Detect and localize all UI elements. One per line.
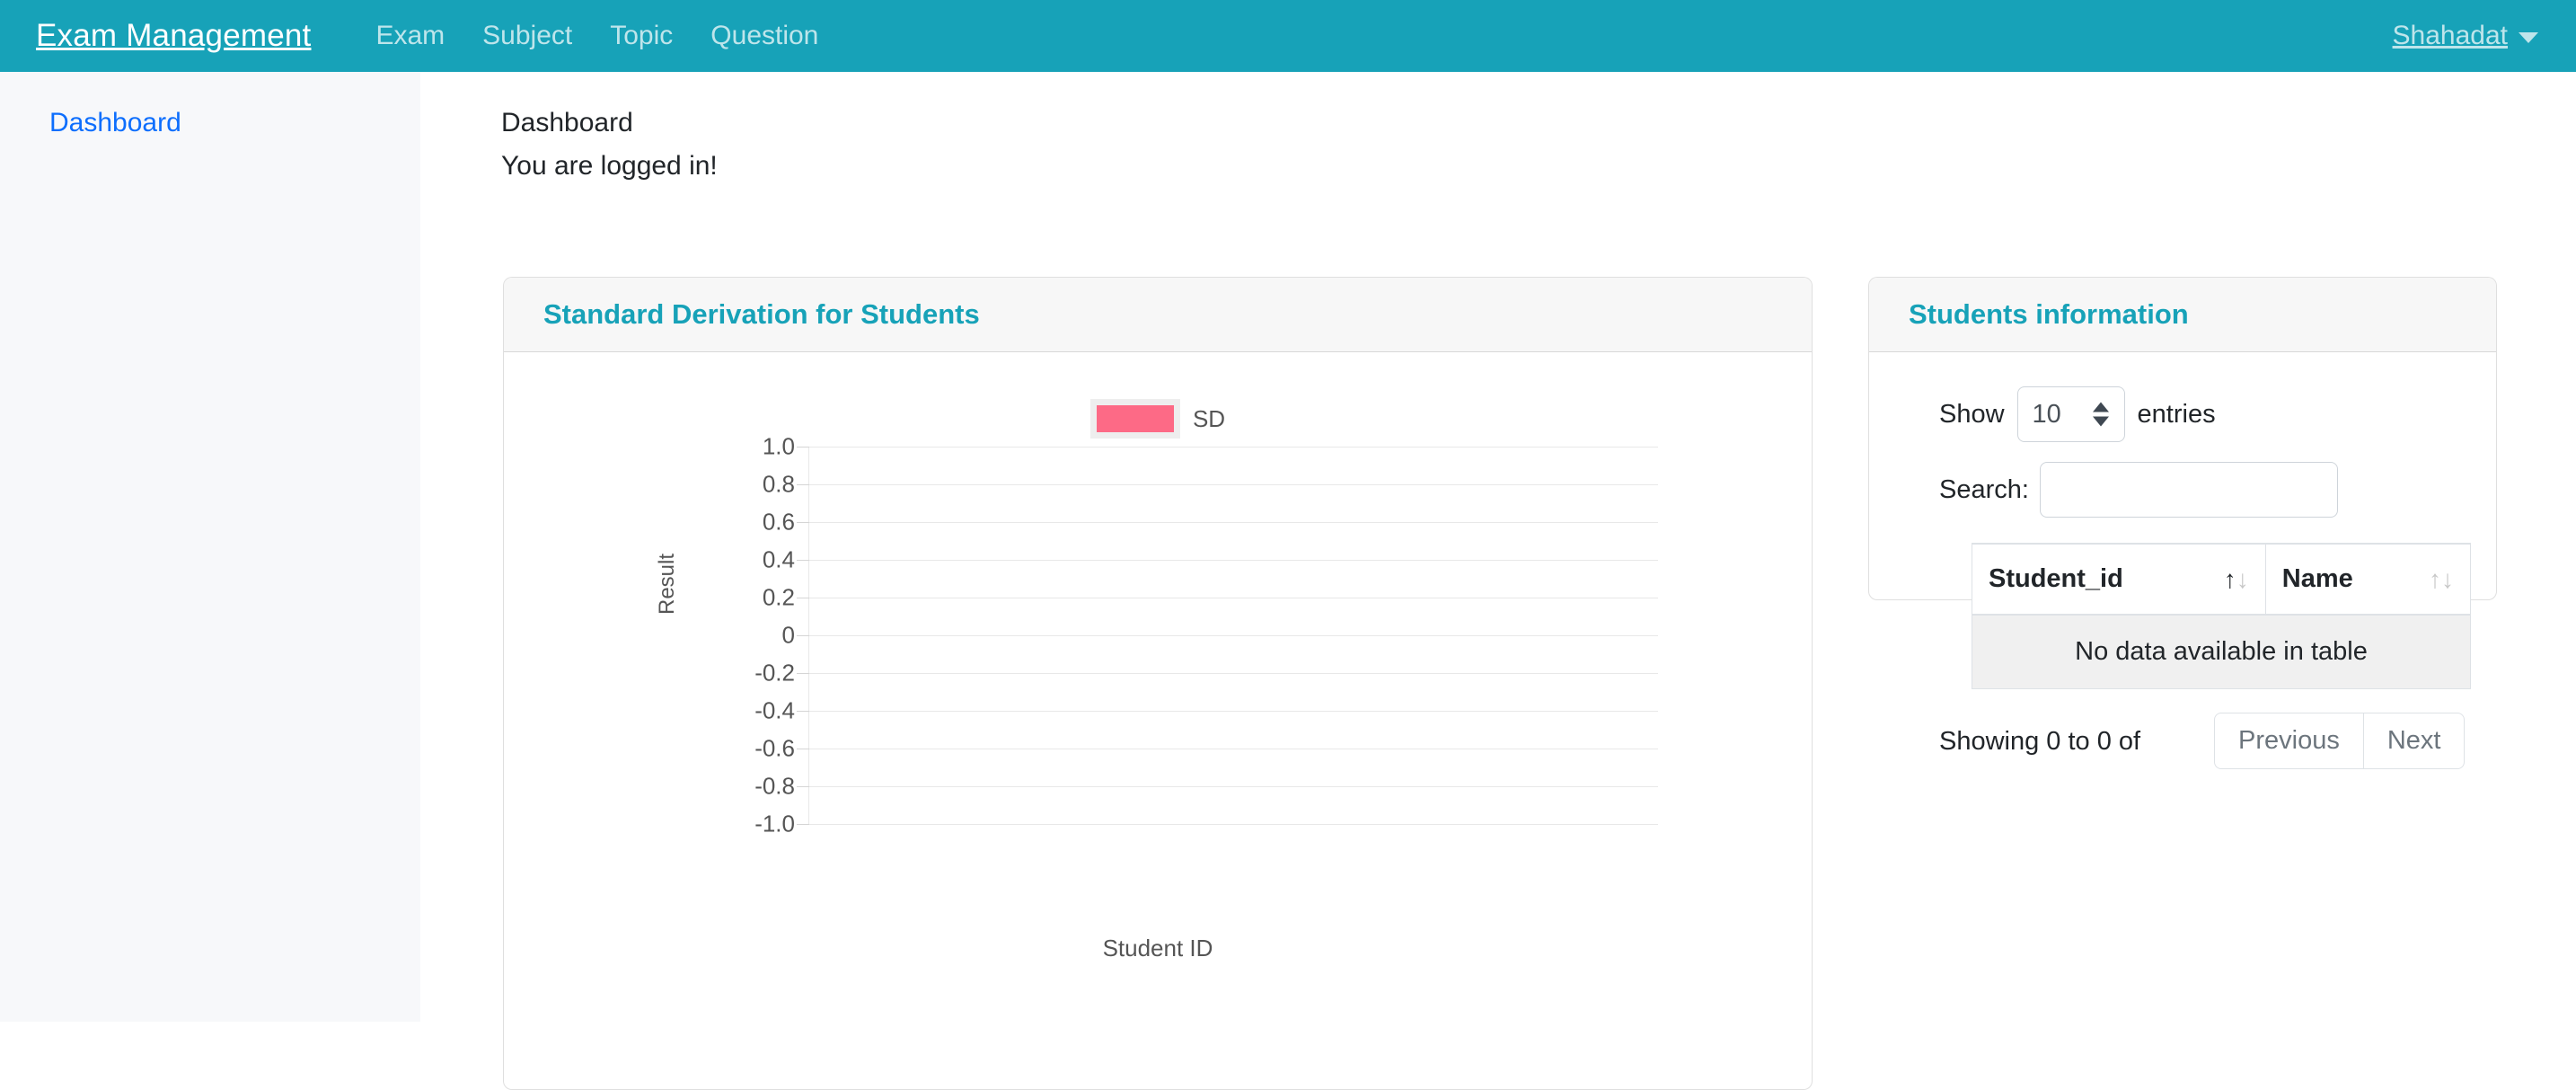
legend-label-sd: SD: [1192, 404, 1226, 432]
column-header-student-id[interactable]: Student_id ↑↓: [1972, 543, 2266, 616]
datatable-info: Showing 0 to 0 of: [1939, 727, 2141, 756]
chart-plot-area[interactable]: 1.0 0.8 0.6 0.4 0.2 0 -0.2 -0.4 -0.6 -0.8 -1.0: [754, 433, 1658, 837]
page-subtitle: You are logged in!: [501, 151, 718, 181]
previous-page-button[interactable]: Previous: [2214, 713, 2363, 769]
x-axis-label: Student ID: [1102, 935, 1213, 962]
y-tick-label: 0.4: [762, 545, 795, 573]
legend-swatch-sd[interactable]: [1090, 399, 1180, 439]
y-tick-mark: [797, 711, 809, 712]
y-tick-mark: [797, 673, 809, 674]
sidebar: Dashboard: [0, 72, 420, 1022]
entries-select-wrapper: 102550100: [2016, 386, 2125, 442]
gridline: [809, 786, 1658, 787]
y-tick-label: -0.4: [754, 696, 795, 724]
gridline: [809, 560, 1658, 561]
y-tick-label: 1.0: [762, 432, 795, 460]
nav-link-exam[interactable]: Exam: [375, 21, 445, 51]
datatable-length-control: Show 102550100 entries: [1939, 386, 2458, 442]
y-tick-label: -1.0: [754, 810, 795, 837]
y-tick-label: -0.2: [754, 659, 795, 687]
chart-legend: SD: [504, 399, 1812, 439]
sidebar-item-dashboard[interactable]: Dashboard: [49, 108, 181, 138]
next-page-button[interactable]: Next: [2362, 713, 2466, 769]
y-tick-label: 0: [781, 621, 795, 649]
students-information-card: Students information Show 102550100 entr…: [1868, 277, 2497, 769]
gridline: [809, 447, 1658, 448]
gridline: [809, 711, 1658, 712]
y-tick-mark: [797, 560, 809, 561]
page-title: Dashboard: [501, 108, 633, 137]
nav-link-question[interactable]: Question: [710, 21, 818, 51]
user-name-label: Shahadat: [2392, 21, 2508, 50]
y-tick-label: 0.6: [762, 508, 795, 536]
y-tick-mark: [797, 447, 809, 448]
brand-link[interactable]: Exam Management: [36, 18, 311, 54]
students-card-body: Show 102550100 entries Search:: [1869, 352, 2496, 777]
y-axis-label: Result: [655, 553, 679, 615]
user-menu-dropdown[interactable]: Shahadat: [2393, 21, 2538, 51]
gridline: [809, 673, 1658, 674]
nav-right: Shahadat: [2393, 0, 2538, 72]
y-tick-label: 0.2: [762, 583, 795, 611]
chart-body: SD 1.0 0.8 0.6 0.4 0.2 0 -0.2 -0.4 -0.6 -0.8 -1.0 …: [504, 352, 1812, 1089]
y-tick-mark: [797, 824, 809, 825]
chart-card-header: Standard Derivation for Students: [504, 278, 1812, 352]
chart-card: Standard Derivation for Students SD 1.0 0…: [503, 277, 1813, 1090]
students-card-title: Students information: [1909, 298, 2189, 330]
students-table: Student_id ↑↓ Name ↑↓ No data available …: [1972, 543, 2472, 689]
search-label: Search:: [1939, 474, 2029, 504]
students-table-body: No data available in table: [1972, 614, 2471, 689]
nav-link-topic[interactable]: Topic: [610, 21, 673, 51]
chevron-down-icon: [2519, 32, 2538, 43]
datatable-footer: Showing 0 to 0 of Previous Next: [1939, 713, 2466, 777]
sort-none-icon: ↑↓: [2429, 564, 2454, 593]
datatable-search-control: Search:: [1939, 462, 2458, 518]
students-table-head: Student_id ↑↓ Name ↑↓: [1972, 543, 2472, 616]
y-tick-label: -0.6: [754, 734, 795, 762]
top-navbar: Exam Management Exam Subject Topic Quest…: [0, 0, 2576, 72]
y-tick-mark: [797, 522, 809, 523]
entries-label: entries: [2137, 399, 2216, 429]
y-tick-label: -0.8: [754, 772, 795, 800]
y-tick-label: 0.8: [762, 470, 795, 498]
entries-per-page-select[interactable]: 102550100: [2016, 386, 2125, 442]
table-header-row: Student_id ↑↓ Name ↑↓: [1972, 543, 2472, 616]
nav-link-subject[interactable]: Subject: [482, 21, 572, 51]
table-empty-row: No data available in table: [1972, 614, 2471, 689]
gridline: [809, 635, 1658, 636]
gridline: [809, 484, 1658, 485]
sort-ascending-icon: ↑↓: [2223, 564, 2249, 593]
datatable-pagination: Previous Next: [2214, 713, 2466, 769]
y-tick-mark: [797, 786, 809, 787]
empty-message: No data available in table: [1972, 614, 2471, 689]
nav-links: Exam Subject Topic Question: [375, 21, 818, 51]
y-tick-mark: [797, 635, 809, 636]
gridline: [809, 522, 1658, 523]
column-label-name: Name: [2281, 564, 2353, 593]
column-header-name[interactable]: Name ↑↓: [2264, 543, 2472, 616]
y-tick-mark: [797, 484, 809, 485]
chart-card-title: Standard Derivation for Students: [543, 298, 980, 330]
show-label: Show: [1939, 399, 2005, 429]
students-card-header: Students information: [1869, 278, 2496, 352]
gridline: [809, 824, 1658, 825]
main-content: Dashboard You are logged in! Standard De…: [420, 72, 2576, 1090]
search-input[interactable]: [2039, 462, 2338, 518]
column-label-student-id: Student_id: [1989, 564, 2123, 593]
